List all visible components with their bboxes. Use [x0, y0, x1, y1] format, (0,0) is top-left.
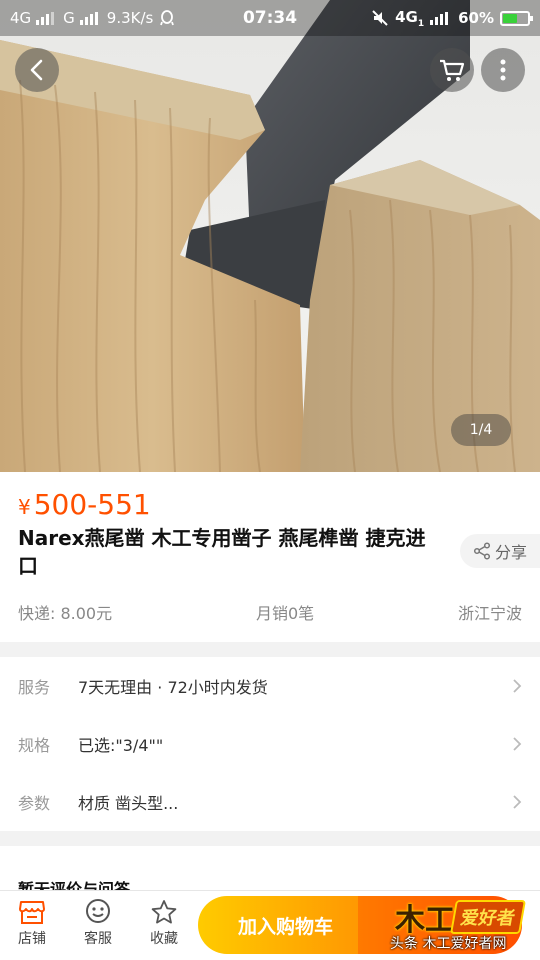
chat-bubble-icon: [86, 899, 110, 923]
share-button[interactable]: 分享: [460, 534, 540, 568]
favorite-tab[interactable]: 收藏: [134, 899, 194, 948]
watermark-caption: 头条 木工爱好者网: [390, 936, 507, 952]
gallery-pager: 1/4: [451, 414, 511, 446]
row-value: 7天无理由 · 72小时内发货: [78, 678, 268, 697]
chevron-right-icon: [513, 679, 522, 693]
mute-icon: [372, 10, 388, 26]
watermark-logo-pill: 爱好者: [450, 900, 526, 934]
row-label: 服务: [18, 678, 51, 697]
store-tab[interactable]: 店铺: [2, 899, 62, 948]
signal-label: 4G: [10, 9, 32, 27]
chevron-right-icon: [513, 795, 522, 809]
back-button[interactable]: [15, 48, 59, 92]
product-meta: 快递: 8.00元 月销0笔 浙江宁波: [18, 600, 522, 624]
signal-bars-icon: [36, 11, 55, 25]
customer-service-tab[interactable]: 客服: [68, 899, 128, 948]
signal-bars-icon: [79, 11, 98, 25]
ship-from-location: 浙江宁波: [457, 604, 522, 623]
spec-row[interactable]: 规格 已选:"3/4"": [0, 715, 540, 773]
product-info: ¥ 500-551 Narex燕尾凿 木工专用凿子 燕尾榫凿 捷克进口 分享 快…: [0, 472, 540, 642]
star-icon: [151, 900, 177, 924]
chevron-left-icon: [30, 59, 43, 81]
cart-button[interactable]: [430, 48, 474, 92]
shopping-cart-icon: [440, 59, 465, 81]
share-label: 分享: [494, 543, 527, 562]
product-options: 服务 7天无理由 · 72小时内发货 规格 已选:"3/4"" 参数 材质 凿头…: [0, 657, 540, 831]
monthly-sales: 月销0笔: [255, 604, 315, 623]
network-type: 4G1: [395, 7, 425, 29]
row-label: 规格: [18, 736, 51, 755]
service-label: 客服: [84, 931, 112, 947]
signal-label-2: G: [63, 9, 75, 27]
price-value: 500-551: [33, 488, 151, 521]
row-value: 材质 凿头型...: [78, 794, 179, 813]
network-speed: 9.3K/s: [106, 9, 154, 27]
signal-bars-icon: [430, 11, 449, 25]
price: ¥ 500-551: [18, 488, 151, 521]
service-row[interactable]: 服务 7天无理由 · 72小时内发货: [0, 657, 540, 715]
chevron-right-icon: [513, 737, 522, 751]
battery-icon: [500, 10, 533, 26]
store-icon: [19, 901, 45, 924]
product-title: Narex燕尾凿 木工专用凿子 燕尾榫凿 捷克进口: [18, 526, 426, 578]
battery-percent: 60%: [458, 9, 494, 27]
share-icon: [473, 542, 491, 560]
params-row[interactable]: 参数 材质 凿头型...: [0, 773, 540, 831]
favorite-label: 收藏: [150, 931, 178, 947]
shipping-fee: 快递: 8.00元: [18, 604, 113, 623]
more-options-button[interactable]: [481, 48, 525, 92]
row-label: 参数: [18, 794, 51, 813]
store-label: 店铺: [18, 931, 46, 947]
status-bar: 4G G 9.3K/s 07:34 4G1 60%: [0, 0, 540, 36]
more-vertical-icon: [500, 59, 506, 81]
watermark: 木工 爱好者 头条 木工爱好者网: [390, 893, 540, 958]
currency-symbol: ¥: [18, 495, 31, 519]
row-value: 已选:"3/4"": [78, 736, 164, 755]
qq-icon: [160, 10, 175, 26]
add-to-cart-button[interactable]: 加入购物车: [198, 896, 373, 954]
